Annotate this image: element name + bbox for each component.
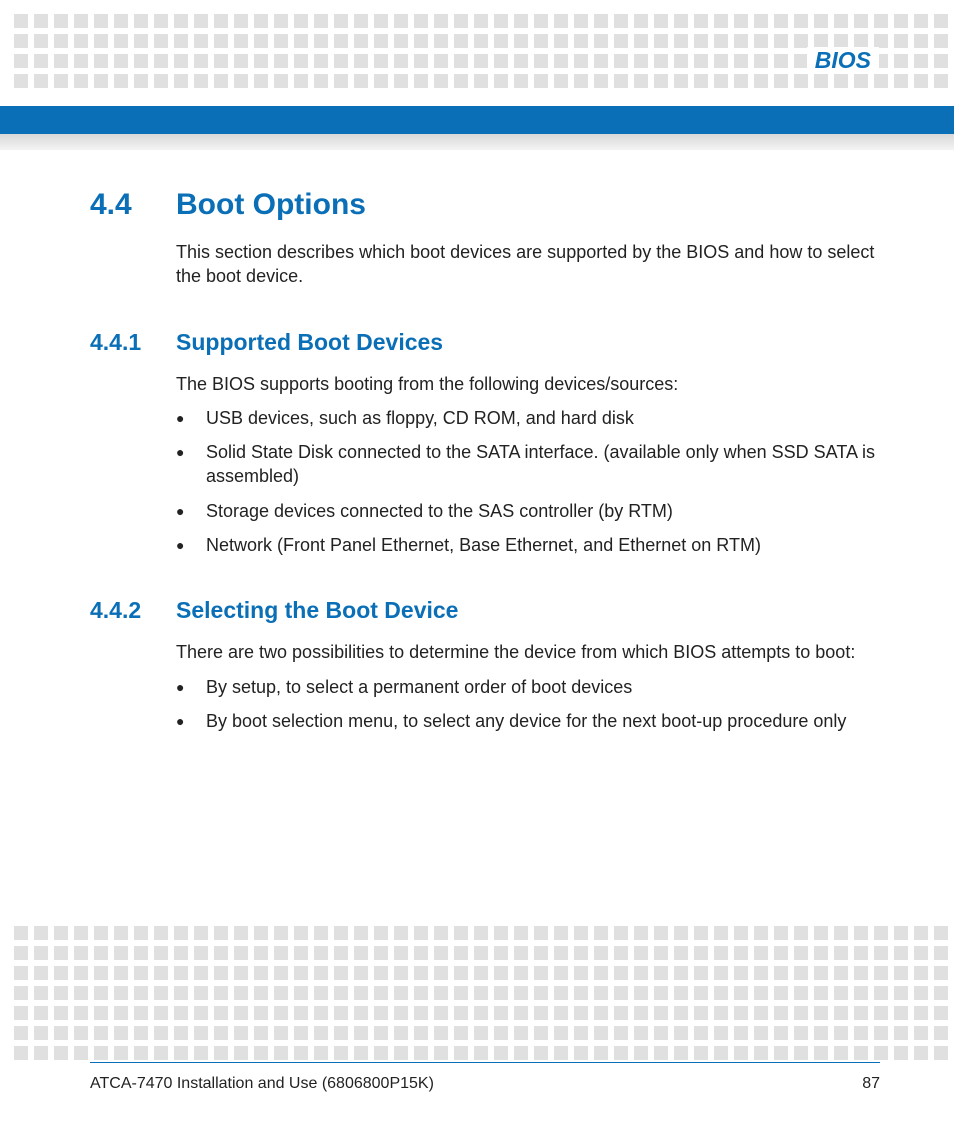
bullet-icon: ● <box>176 675 206 699</box>
subsection-title: Selecting the Boot Device <box>176 597 458 624</box>
list-item: ●Storage devices connected to the SAS co… <box>176 499 880 523</box>
section-title: Boot Options <box>176 188 366 222</box>
bullet-list-selecting: ●By setup, to select a permanent order o… <box>176 675 880 734</box>
list-item-text: Storage devices connected to the SAS con… <box>206 499 880 523</box>
subsection-title: Supported Boot Devices <box>176 329 443 356</box>
list-item-text: USB devices, such as floppy, CD ROM, and… <box>206 406 880 430</box>
footer-doc-title: ATCA-7470 Installation and Use (6806800P… <box>90 1075 434 1093</box>
list-item: ●Solid State Disk connected to the SATA … <box>176 440 880 489</box>
page-footer: ATCA-7470 Installation and Use (6806800P… <box>90 1062 880 1093</box>
list-item: ●By setup, to select a permanent order o… <box>176 675 880 699</box>
bullet-icon: ● <box>176 406 206 430</box>
bullet-icon: ● <box>176 440 206 464</box>
section-number: 4.4 <box>90 188 176 222</box>
header-gray-bar <box>0 134 954 150</box>
subsection-intro: The BIOS supports booting from the follo… <box>176 372 880 396</box>
subsection-intro: There are two possibilities to determine… <box>176 640 880 664</box>
list-item: ●USB devices, such as floppy, CD ROM, an… <box>176 406 880 430</box>
list-item-text: By setup, to select a permanent order of… <box>206 675 880 699</box>
bullet-list-supported: ●USB devices, such as floppy, CD ROM, an… <box>176 406 880 557</box>
footer-page-number: 87 <box>862 1075 880 1093</box>
list-item-text: Network (Front Panel Ethernet, Base Ethe… <box>206 533 880 557</box>
list-item-text: Solid State Disk connected to the SATA i… <box>206 440 880 489</box>
subsection-heading: 4.4.2 Selecting the Boot Device <box>90 597 880 624</box>
section-intro: This section describes which boot device… <box>176 240 880 289</box>
section-heading: 4.4 Boot Options <box>90 188 880 222</box>
bullet-icon: ● <box>176 709 206 733</box>
list-item: ●By boot selection menu, to select any d… <box>176 709 880 733</box>
subsection-number: 4.4.2 <box>90 597 176 624</box>
header-blue-bar <box>0 106 954 134</box>
subsection-number: 4.4.1 <box>90 329 176 356</box>
page-content: 4.4 Boot Options This section describes … <box>90 188 880 733</box>
list-item: ●Network (Front Panel Ethernet, Base Eth… <box>176 533 880 557</box>
subsection-heading: 4.4.1 Supported Boot Devices <box>90 329 880 356</box>
chapter-label: BIOS <box>807 47 879 74</box>
decorative-dots-bottom <box>0 926 954 1060</box>
bullet-icon: ● <box>176 533 206 557</box>
bullet-icon: ● <box>176 499 206 523</box>
list-item-text: By boot selection menu, to select any de… <box>206 709 880 733</box>
